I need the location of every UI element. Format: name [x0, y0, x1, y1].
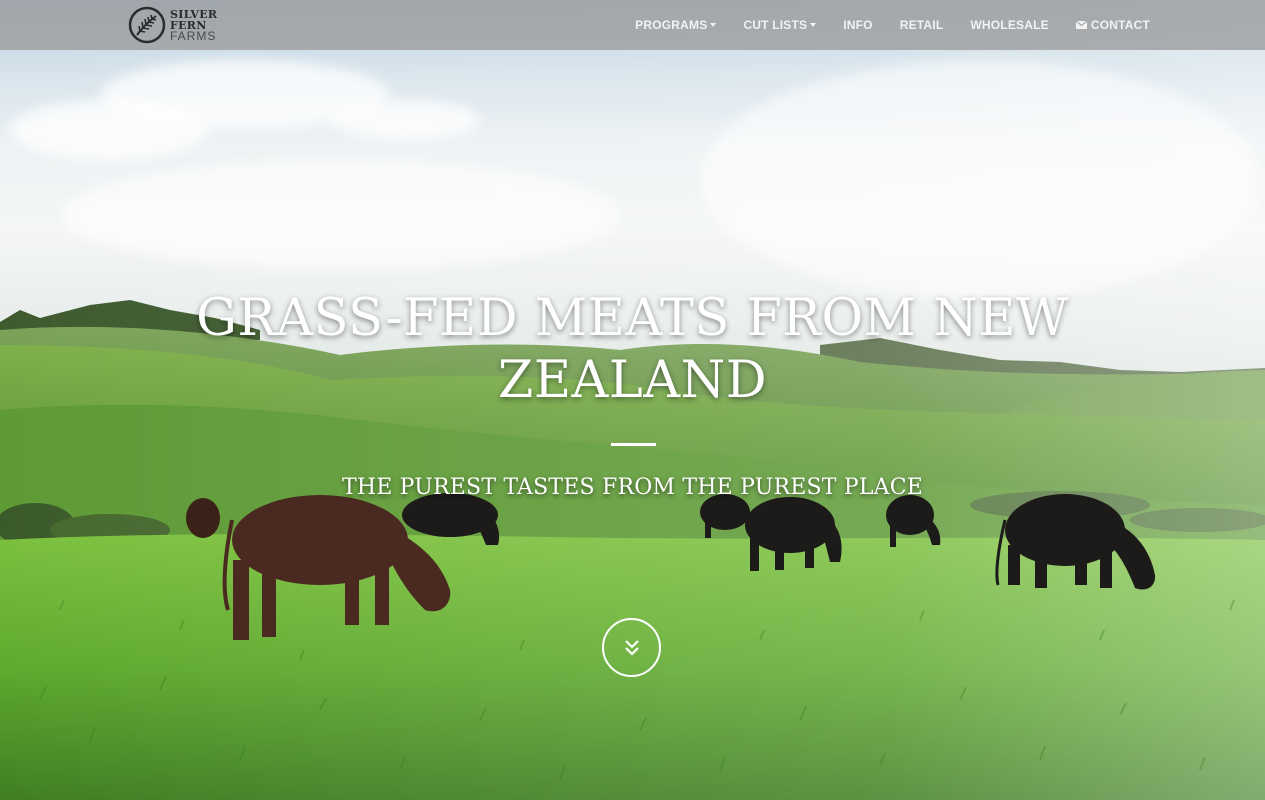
hero-section: SILVER FERN FARMS PROGRAMS CUT LISTS INF… — [0, 0, 1265, 800]
brand-logo[interactable]: SILVER FERN FARMS — [128, 4, 217, 46]
brand-line-1: SILVER — [170, 7, 218, 21]
scroll-down-button[interactable] — [602, 618, 661, 677]
envelope-icon — [1075, 21, 1087, 29]
hero-divider — [611, 443, 656, 446]
brand-line-3: FARMS — [170, 28, 217, 43]
hero-headline-line-1: GRASS-FED MEATS FROM NEW — [196, 289, 1069, 348]
nav-item-contact[interactable]: CONTACT — [1075, 18, 1150, 32]
hero-headline-line-2: ZEALAND — [497, 351, 768, 410]
nav-label-wholesale: WHOLESALE — [970, 18, 1049, 32]
nav-item-retail[interactable]: RETAIL — [900, 18, 944, 32]
caret-down-icon — [710, 23, 717, 27]
nav-item-programs[interactable]: PROGRAMS — [635, 18, 717, 32]
nav-label-cut-lists: CUT LISTS — [743, 18, 808, 32]
hero-tagline: THE PUREST TASTES FROM THE PUREST PLACE — [341, 475, 924, 500]
nav-item-cut-lists[interactable]: CUT LISTS — [743, 18, 817, 32]
caret-down-icon — [810, 23, 817, 27]
double-chevron-down-icon — [624, 639, 639, 656]
nav-label-contact: CONTACT — [1090, 18, 1150, 32]
nav-label-retail: RETAIL — [899, 18, 944, 32]
nav-label-info: INFO — [843, 18, 873, 32]
nav-label-programs: PROGRAMS — [635, 18, 708, 32]
brand-wordmark: SILVER FERN FARMS — [170, 9, 217, 42]
main-nav: PROGRAMS CUT LISTS INFO RETAIL WHOLESALE — [608, 0, 1150, 50]
silver-fern-icon — [128, 6, 166, 44]
hero-headline: GRASS-FED MEATS FROM NEW ZEALAND — [0, 288, 1265, 412]
top-navbar: SILVER FERN FARMS PROGRAMS CUT LISTS INF… — [0, 0, 1265, 50]
nav-item-info[interactable]: INFO — [843, 18, 872, 32]
nav-item-wholesale[interactable]: WHOLESALE — [970, 18, 1048, 32]
